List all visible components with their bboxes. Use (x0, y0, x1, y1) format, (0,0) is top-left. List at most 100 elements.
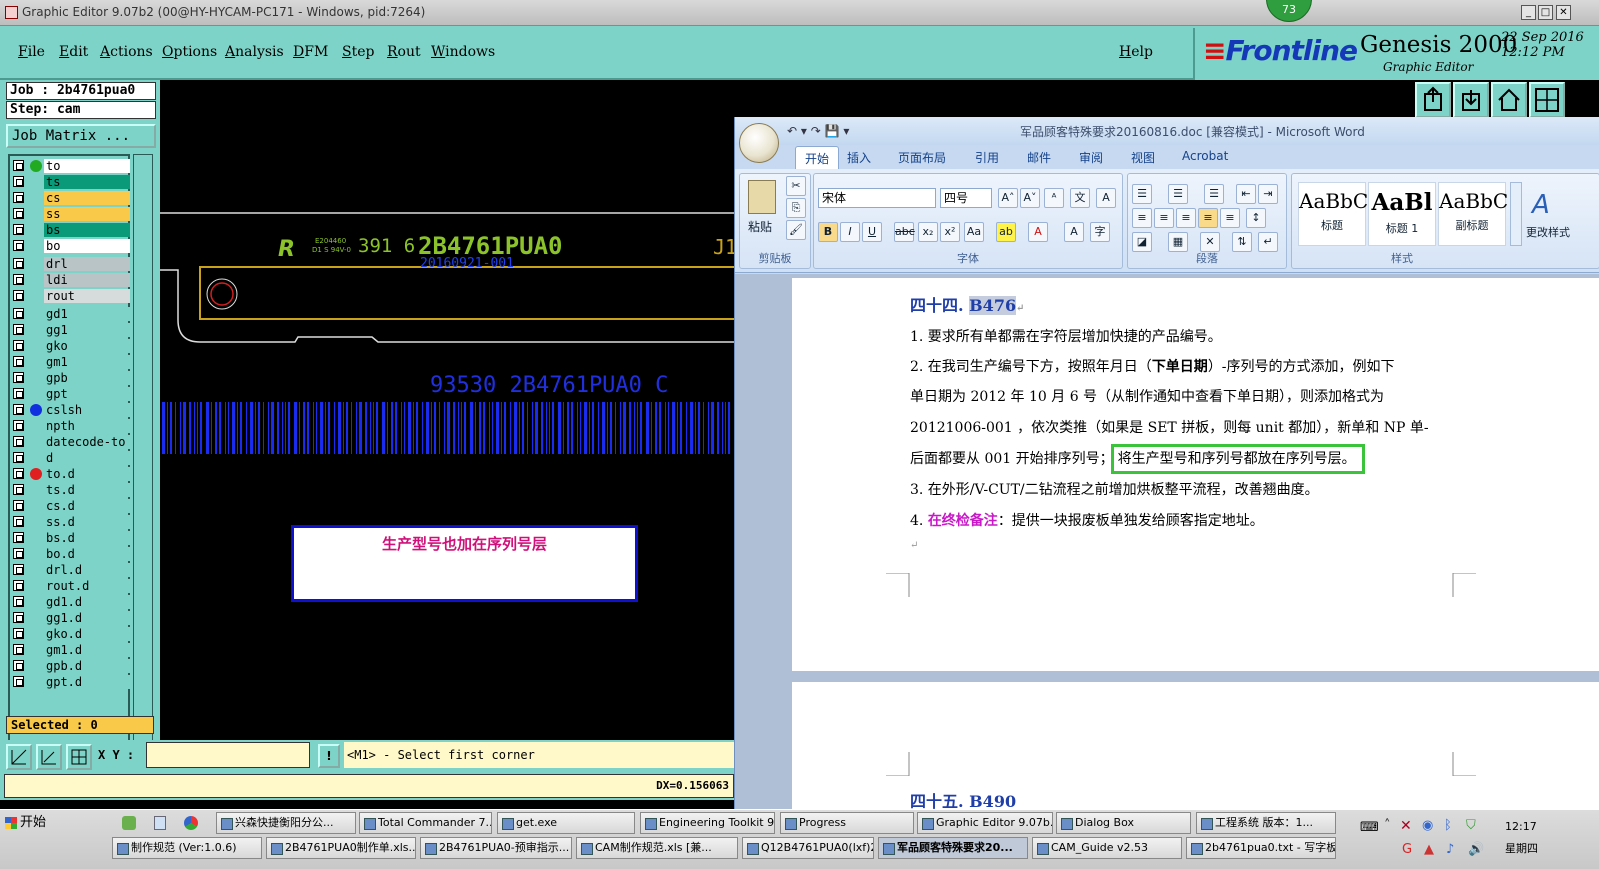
line-spacing-icon[interactable]: ↕ (1246, 208, 1266, 228)
layer-name[interactable]: gg1 (44, 323, 130, 337)
copy-icon[interactable]: ⎘ (786, 198, 806, 218)
tab-insert[interactable]: 插入 (847, 149, 871, 166)
taskbar-window-button[interactable]: CAM制作规范.xls [兼... (576, 837, 738, 859)
taskbar-window-button[interactable]: 2b4761pua0.txt - 写字板 (1186, 837, 1336, 859)
change-styles-button[interactable]: 更改样式 (1526, 224, 1570, 240)
bullets-icon[interactable]: ☰ (1132, 184, 1152, 204)
layer-name[interactable]: npth (44, 419, 130, 433)
paste-button[interactable]: 粘贴 (748, 218, 772, 235)
layer-row[interactable]: cs (10, 190, 132, 206)
align-center-icon[interactable]: ≡ (1154, 208, 1174, 228)
layer-row[interactable]: gko (10, 338, 132, 354)
layer-name[interactable]: cs.d (44, 499, 130, 513)
tray-clock[interactable]: 12:17 (1505, 820, 1537, 833)
layer-row[interactable]: to (10, 158, 132, 174)
taskbar-window-button[interactable]: 制作规范 (Ver:1.0.6) (112, 837, 262, 859)
layer-name[interactable]: bs.d (44, 531, 130, 545)
taskbar-window-button[interactable]: 兴森快捷衡阳分公... (216, 812, 356, 834)
menu-options[interactable]: Options (162, 44, 217, 60)
layer-row[interactable]: bs.d (10, 530, 132, 546)
tab-review[interactable]: 审阅 (1079, 149, 1103, 166)
layer-name[interactable]: ldi (44, 273, 130, 287)
layer-row[interactable]: gd1.d (10, 594, 132, 610)
layer-row[interactable]: ts.d (10, 482, 132, 498)
styles-scroll[interactable] (1510, 182, 1522, 246)
style-subtitle[interactable]: AaBbC 副标题 (1438, 182, 1508, 246)
sort-icon[interactable]: ⇅ (1232, 232, 1252, 252)
layer-name[interactable]: bo.d (44, 547, 130, 561)
tray-app-icon-1[interactable]: G (1402, 842, 1412, 857)
taskbar-window-button[interactable]: Engineering Toolkit 9... (640, 812, 775, 834)
layer-row[interactable]: d (10, 450, 132, 466)
layer-name[interactable]: bs (44, 223, 130, 237)
start-button[interactable]: 开始 (2, 812, 56, 836)
layer-row[interactable]: gpb.d (10, 658, 132, 674)
numbering-icon[interactable]: ☰ (1168, 184, 1188, 204)
layer-row[interactable]: gko.d (10, 626, 132, 642)
layer-checkbox[interactable] (13, 516, 24, 527)
home-icon[interactable] (1491, 82, 1527, 118)
paste-icon[interactable] (748, 180, 776, 214)
tray-volume-icon[interactable]: 🔊 (1468, 842, 1484, 857)
layer-checkbox[interactable] (13, 532, 24, 543)
layer-name[interactable]: gd1.d (44, 595, 130, 609)
export-icon[interactable] (1415, 82, 1451, 118)
subscript-icon[interactable]: x₂ (918, 222, 938, 242)
layer-checkbox[interactable] (13, 274, 24, 285)
layer-row[interactable]: cs.d (10, 498, 132, 514)
layer-row[interactable]: gm1 (10, 354, 132, 370)
layer-name[interactable]: rout.d (44, 579, 130, 593)
layer-name[interactable]: drl.d (44, 563, 130, 577)
show-marks-icon[interactable]: ↵ (1258, 232, 1278, 252)
taskbar-window-button[interactable]: CAM_Guide v2.53 (1032, 837, 1182, 859)
layer-row[interactable]: gd1 (10, 306, 132, 322)
layer-checkbox[interactable] (13, 420, 24, 431)
layer-checkbox[interactable] (13, 548, 24, 559)
layer-name[interactable]: cs (44, 191, 130, 205)
layer-checkbox[interactable] (13, 500, 24, 511)
decrease-indent-icon[interactable]: ⇤ (1236, 184, 1256, 204)
layer-name[interactable]: gpb.d (44, 659, 130, 673)
tray-network-icon[interactable]: ◉ (1422, 818, 1433, 833)
layer-row[interactable]: gg1.d (10, 610, 132, 626)
menu-step[interactable]: Step (342, 44, 374, 60)
layer-row[interactable]: gpb (10, 370, 132, 386)
layer-row[interactable]: gpt.d (10, 674, 132, 690)
layer-checkbox[interactable] (13, 452, 24, 463)
layer-name[interactable]: gd1 (44, 307, 130, 321)
measure-icon[interactable] (36, 744, 62, 770)
menu-file[interactable]: File (18, 44, 45, 60)
layer-row[interactable]: ts (10, 174, 132, 190)
layer-row[interactable]: bs (10, 222, 132, 238)
layer-checkbox[interactable] (13, 324, 24, 335)
layer-checkbox[interactable] (13, 580, 24, 591)
font-size-select[interactable]: 四号 (940, 188, 992, 208)
enclose-char-icon[interactable]: 字 (1090, 222, 1110, 242)
layer-row[interactable]: bo.d (10, 546, 132, 562)
bold-icon[interactable]: B (818, 222, 838, 242)
shading-icon[interactable]: ◪ (1132, 232, 1152, 252)
layer-name[interactable]: gpb (44, 371, 130, 385)
zoom-box-icon[interactable] (6, 744, 32, 770)
layer-checkbox[interactable] (13, 468, 24, 479)
layer-checkbox[interactable] (13, 628, 24, 639)
layer-name[interactable]: d (44, 451, 130, 465)
tray-keyboard-icon[interactable]: ⌨ (1360, 820, 1379, 835)
tab-view[interactable]: 视图 (1131, 149, 1155, 166)
tray-bluetooth-icon[interactable]: ᛒ (1444, 818, 1452, 833)
phonetic-icon[interactable]: 文 (1070, 188, 1090, 208)
layer-row[interactable]: rout (10, 288, 132, 304)
maximize-button[interactable]: □ (1538, 5, 1553, 20)
layer-checkbox[interactable] (13, 612, 24, 623)
taskbar-window-button[interactable]: Total Commander 7.... (359, 812, 492, 834)
layer-scrollbar[interactable] (133, 154, 153, 764)
menu-actions[interactable]: Actions (100, 44, 153, 60)
font-color-icon[interactable]: A (1028, 222, 1048, 242)
cut-icon[interactable]: ✂ (786, 176, 806, 196)
graphic-canvas[interactable]: R E204460 D1 S 94V-0 391 6 2B4761PUA0 20… (160, 80, 734, 740)
taskbar-window-button[interactable]: Q12B4761PUA0(lxf)201... (742, 837, 874, 859)
menu-windows[interactable]: Windows (431, 44, 495, 60)
layer-name[interactable]: cslsh (44, 403, 130, 417)
layer-checkbox[interactable] (13, 224, 24, 235)
layer-row[interactable]: gm1.d (10, 642, 132, 658)
